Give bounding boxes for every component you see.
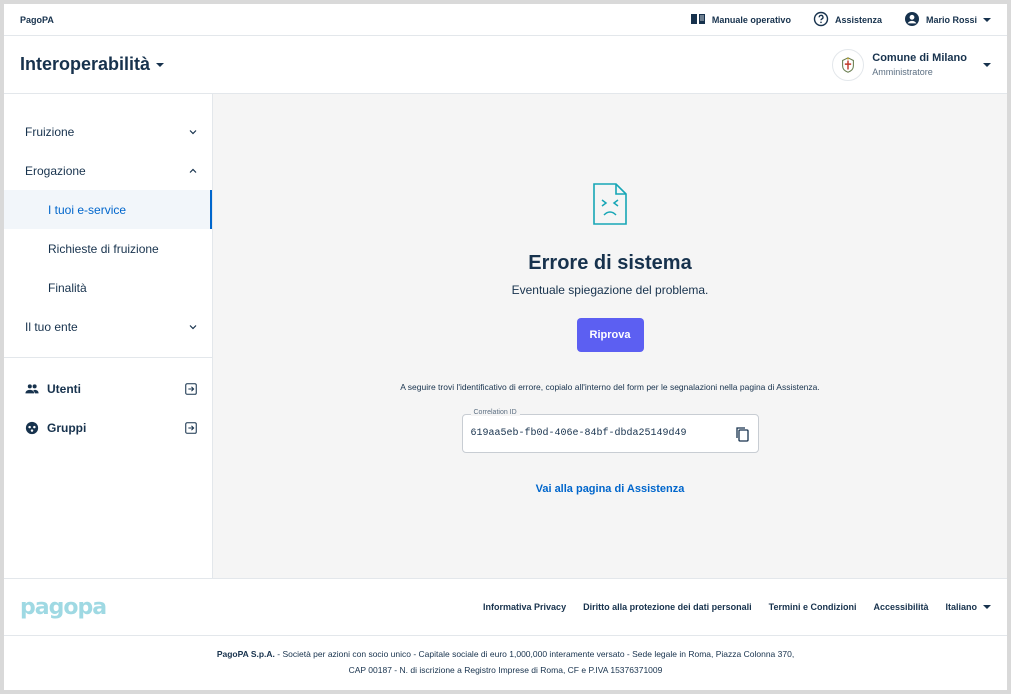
sidebar-item-label: Il tuo ente — [25, 319, 78, 334]
correlation-hint: A seguire trovi l'identificativo di erro… — [400, 382, 820, 392]
exit-to-app-icon — [185, 421, 197, 434]
party-role: Amministratore — [872, 67, 933, 77]
people-icon — [25, 383, 39, 393]
footer-link-accessibility[interactable]: Accessibilità — [873, 602, 928, 612]
assistance-page-link[interactable]: Vai alla pagina di Assistenza — [536, 483, 685, 495]
sidebar-item-fruizione[interactable]: Fruizione — [4, 112, 212, 151]
language-label: Italiano — [945, 602, 977, 612]
correlation-id-label: Correlation ID — [470, 409, 520, 416]
correlation-id-field[interactable]: Correlation ID 619aa5eb-fb0d-406e-84bf-d… — [461, 409, 759, 453]
party-switcher[interactable]: Comune di Milano Amministratore — [832, 48, 991, 81]
sidebar-item-content: Gruppi — [25, 421, 86, 435]
error-panel: Errore di sistema Eventuale spiegazione … — [213, 94, 1007, 578]
copy-icon[interactable] — [734, 426, 750, 442]
party-text: Comune di Milano Amministratore — [872, 52, 967, 77]
caret-down-icon — [156, 62, 165, 67]
top-actions: Manuale operativo Assistenza Mario Rossi — [690, 11, 991, 29]
chevron-down-icon — [189, 324, 197, 329]
user-menu[interactable]: Mario Rossi — [904, 11, 991, 29]
sidebar-divider — [4, 357, 212, 358]
error-document-icon — [593, 183, 627, 225]
footer-link-data-protection[interactable]: Diritto alla protezione dei dati persona… — [583, 602, 752, 612]
caret-down-icon — [983, 62, 991, 67]
footer-link-privacy[interactable]: Informativa Privacy — [483, 602, 566, 612]
account-circle-icon — [904, 11, 920, 29]
exit-to-app-icon — [185, 382, 197, 395]
city-crest-icon — [842, 56, 855, 73]
sidebar-item-richieste[interactable]: Richieste di fruizione — [4, 229, 212, 268]
sidebar-item-label: Erogazione — [25, 163, 86, 178]
brand-name[interactable]: PagoPA — [20, 15, 54, 25]
sidebar-item-erogazione[interactable]: Erogazione — [4, 151, 212, 190]
chevron-up-icon — [189, 168, 197, 173]
caret-down-icon — [983, 17, 991, 22]
assistance-link[interactable]: Assistenza — [813, 11, 882, 29]
help-circle-icon — [813, 11, 829, 29]
footer-links: Informativa Privacy Diritto alla protezi… — [483, 602, 991, 612]
sidebar-item-e-service[interactable]: I tuoi e-service — [4, 190, 212, 229]
footer-legal: PagoPA S.p.A. - Società per azioni con s… — [4, 636, 1007, 678]
sidebar-item-utenti[interactable]: Utenti — [4, 369, 212, 408]
manual-link[interactable]: Manuale operativo — [690, 11, 791, 29]
correlation-id-value[interactable]: 619aa5eb-fb0d-406e-84bf-dbda25149d49 — [471, 428, 687, 439]
error-description: Eventuale spiegazione del problema. — [511, 283, 709, 297]
legal-line-2: CAP 00187 - N. di iscrizione a Registro … — [348, 665, 663, 675]
sidebar: Fruizione Erogazione I tuoi e-service Ri… — [4, 94, 213, 578]
group-face-icon — [25, 421, 39, 434]
legal-line-1: PagoPA S.p.A. - Società per azioni con s… — [4, 646, 1007, 662]
party-avatar — [832, 48, 865, 81]
footer-link-terms[interactable]: Termini e Condizioni — [769, 602, 857, 612]
sidebar-item-label: Richieste di fruizione — [48, 241, 159, 256]
sidebar-item-label: Utenti — [47, 381, 81, 396]
party-name: Comune di Milano — [872, 52, 967, 64]
caret-down-icon — [983, 605, 991, 609]
chevron-down-icon — [189, 129, 197, 134]
error-title: Errore di sistema — [528, 252, 692, 274]
legal-text-1: - Società per azioni con socio unico - C… — [274, 649, 795, 659]
legal-company: PagoPA S.p.A. — [216, 649, 275, 659]
product-switcher[interactable]: Interoperabilità — [20, 54, 165, 75]
footer-top: pagopa Informativa Privacy Diritto alla … — [4, 578, 1007, 636]
language-selector[interactable]: Italiano — [945, 602, 991, 612]
pagopa-logo[interactable]: pagopa — [20, 595, 107, 620]
assistance-label: Assistenza — [834, 14, 882, 25]
sidebar-item-gruppi[interactable]: Gruppi — [4, 408, 212, 447]
sidebar-item-label: I tuoi e-service — [48, 202, 127, 217]
product-header: Interoperabilità Comune di Milano Ammini… — [4, 36, 1007, 94]
app-window: PagoPA Manuale operativo Assistenza Mari… — [4, 4, 1007, 690]
user-name: Mario Rossi — [925, 14, 977, 25]
content-layout: Fruizione Erogazione I tuoi e-service Ri… — [4, 94, 1007, 578]
top-header: PagoPA Manuale operativo Assistenza Mari… — [4, 4, 1007, 36]
sidebar-item-ente[interactable]: Il tuo ente — [4, 307, 212, 346]
retry-button[interactable]: Riprova — [576, 318, 644, 352]
sidebar-item-label: Gruppi — [47, 420, 87, 435]
sidebar-item-content: Utenti — [25, 382, 81, 396]
sidebar-item-finalita[interactable]: Finalità — [4, 268, 212, 307]
manual-label: Manuale operativo — [711, 14, 791, 25]
sidebar-item-label: Fruizione — [25, 124, 75, 139]
sidebar-item-label: Finalità — [48, 280, 87, 295]
book-icon — [690, 11, 706, 29]
product-title: Interoperabilità — [20, 54, 151, 74]
